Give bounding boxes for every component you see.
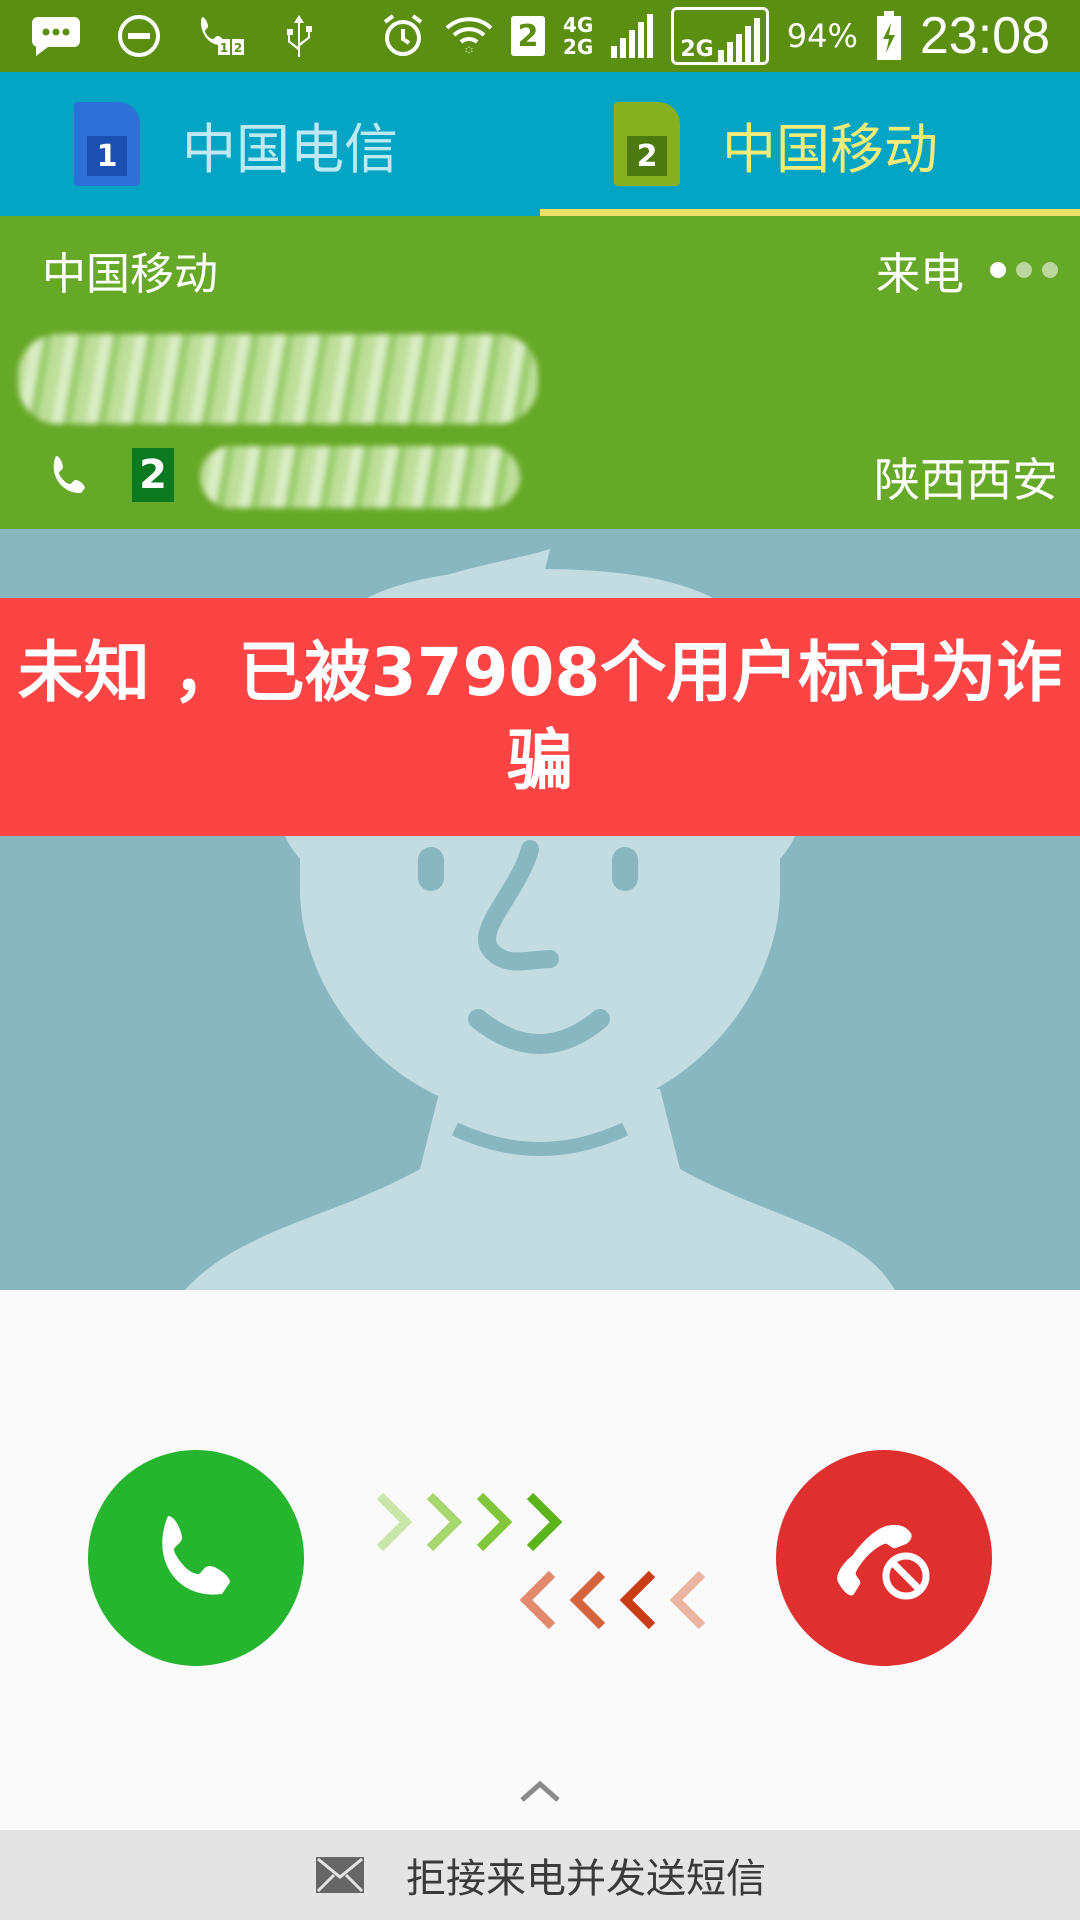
sim2-indicator: 2	[511, 16, 546, 56]
signal-icon	[611, 14, 654, 58]
network-type-top: 4G	[563, 13, 594, 37]
svg-text:2: 2	[234, 41, 242, 55]
usb-icon	[282, 13, 316, 59]
reject-with-sms-bar[interactable]: 拒接来电并发送短信	[0, 1830, 1080, 1920]
sim2-card-icon: 2	[614, 102, 680, 186]
phone-answer-icon	[162, 1516, 230, 1595]
redacted-caller-number	[18, 334, 538, 424]
swipe-left-arrows-icon	[519, 1570, 706, 1630]
phone-icon	[53, 456, 85, 494]
ringing-dots-icon	[990, 262, 1058, 278]
tab-sim1[interactable]: 1 中国电信	[0, 72, 540, 216]
dual-sim-call-icon: 12	[196, 13, 248, 59]
redacted-own-number	[200, 446, 520, 508]
sim2-signal-icon	[717, 18, 760, 62]
call-controls	[0, 1290, 1080, 1830]
network-type-bottom: 2G	[563, 35, 594, 59]
answer-call-button[interactable]	[88, 1450, 304, 1666]
battery-percent: 94%	[786, 17, 858, 55]
caller-info-panel: 中国移动 来电 2 陕西西安	[0, 216, 1080, 529]
network-type-label: 4G 2G	[563, 14, 593, 58]
wifi-icon	[445, 12, 493, 60]
reject-call-button[interactable]	[776, 1450, 992, 1666]
sim1-card-icon: 1	[74, 102, 140, 186]
sim1-badge: 1	[87, 136, 127, 176]
sim2-badge: 2	[627, 136, 667, 176]
clock: 23:08	[919, 7, 1050, 65]
chevron-up-icon[interactable]	[518, 1780, 562, 1804]
do-not-disturb-icon	[116, 13, 162, 59]
sim2-signal-box: 2G	[671, 7, 769, 65]
battery-charging-icon	[876, 11, 902, 61]
envelope-icon	[316, 1857, 364, 1893]
tab-sim2-label: 中国移动	[722, 117, 938, 181]
alarm-icon	[379, 12, 427, 60]
tab-sim2[interactable]: 2 中国移动	[540, 72, 1080, 216]
sim2-network-label: 2G	[680, 37, 714, 62]
reject-with-sms-label: 拒接来电并发送短信	[406, 1856, 766, 1902]
call-status-label: 来电	[876, 249, 964, 300]
sim-slot-badge: 2	[132, 448, 174, 502]
tab-sim1-label: 中国电信	[182, 117, 398, 181]
fraud-warning-banner: 未知 ，已被37908个用户标记为诈骗	[0, 598, 1080, 836]
incoming-call-screen: 12 2 4G 2G 2G 94% 23:08 1 中国电信 2 中国移动 中国…	[0, 0, 1080, 1920]
carrier-name: 中国移动	[42, 249, 218, 300]
caller-location: 陕西西安	[874, 453, 1058, 507]
chat-bubble-icon	[30, 15, 82, 57]
call-status: 来电	[876, 238, 1058, 302]
phone-reject-icon	[837, 1524, 930, 1600]
fraud-warning-text: 未知 ，已被37908个用户标记为诈骗	[17, 634, 1063, 799]
svg-text:1: 1	[220, 41, 228, 55]
status-bar: 12 2 4G 2G 2G 94% 23:08	[0, 0, 1080, 72]
sim-tab-bar: 1 中国电信 2 中国移动	[0, 72, 1080, 216]
swipe-right-arrows-icon	[376, 1492, 563, 1552]
